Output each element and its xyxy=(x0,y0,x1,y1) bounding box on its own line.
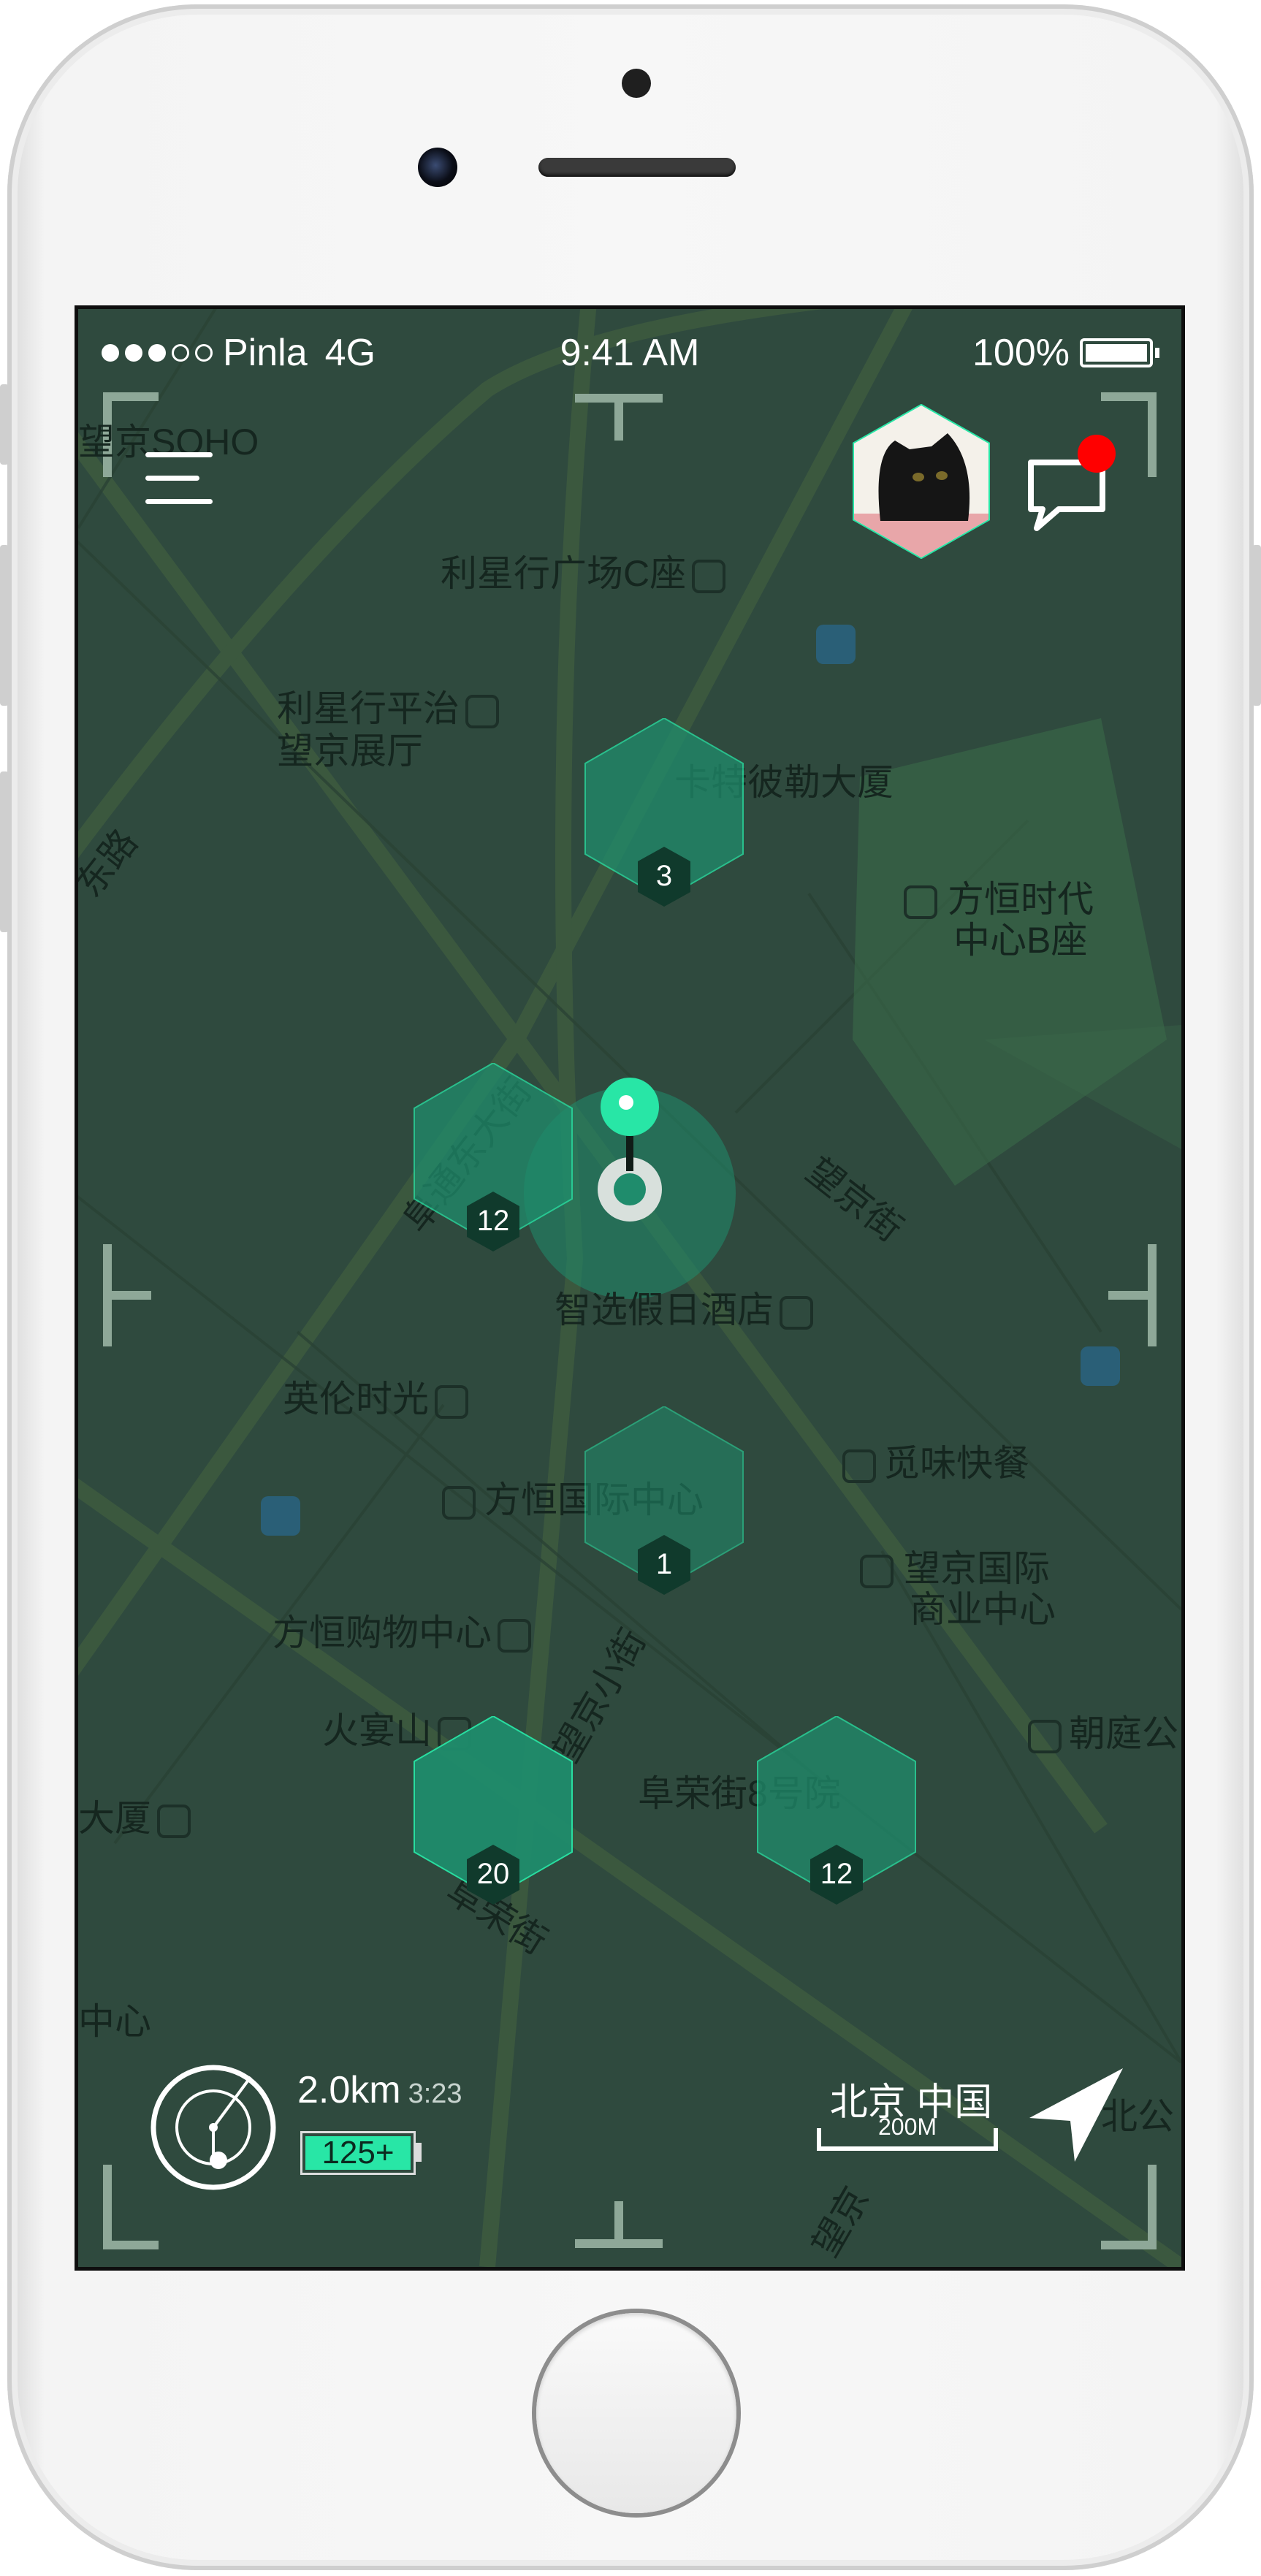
hex-count: 12 xyxy=(476,1205,510,1237)
app-screen: 望京SOHO 利星行广场C座 利星行平治 望京展厅 卡特彼勒大厦 方恒时代 中心B座… xyxy=(75,305,1185,2271)
proximity-sensor xyxy=(622,69,651,98)
hex-count: 3 xyxy=(655,860,673,892)
mute-switch xyxy=(0,384,9,465)
notification-badge xyxy=(1078,435,1116,473)
front-camera xyxy=(418,148,457,187)
chat-icon[interactable] xyxy=(1021,433,1123,536)
menu-icon[interactable] xyxy=(145,446,216,512)
hex-cluster[interactable]: 3 xyxy=(576,717,752,908)
distance-readout: 2.0km 3:23 xyxy=(297,2068,462,2112)
hex-cluster[interactable]: 12 xyxy=(405,1062,581,1253)
volume-up-button xyxy=(0,545,9,706)
map-label: 利星行广场C座 xyxy=(441,544,726,597)
hex-count: 1 xyxy=(655,1548,673,1580)
hex-cluster[interactable]: 20 xyxy=(405,1715,581,1906)
battery-percent: 100% xyxy=(972,332,1070,374)
earpiece-speaker xyxy=(538,158,736,177)
hex-cluster[interactable]: 1 xyxy=(576,1405,752,1596)
map-label: 方恒时代 中心B座 xyxy=(904,879,1094,961)
duration-value: 3:23 xyxy=(408,2078,462,2109)
hex-cluster[interactable]: 12 xyxy=(749,1715,924,1906)
energy-value: 125+ xyxy=(305,2136,411,2170)
map-label: 朝庭公 xyxy=(1028,1704,1178,1757)
map-label: 望京国际 商业中心 xyxy=(860,1548,1056,1630)
avatar[interactable] xyxy=(851,404,991,559)
map-label: 中心 xyxy=(78,2001,151,2042)
home-button[interactable] xyxy=(536,2313,736,2513)
status-bar: Pinla 4G 9:41 AM 100% xyxy=(78,309,1181,389)
battery-indicator: 100% xyxy=(972,331,1159,375)
distance-value: 2.0km xyxy=(297,2069,401,2111)
map-label: 利星行平治 望京展厅 xyxy=(277,687,499,772)
map-label: 方恒购物中心 xyxy=(273,1604,531,1656)
scale-label: 200M xyxy=(877,2114,937,2140)
volume-down-button xyxy=(0,771,9,932)
map-label: 智选假日酒店 xyxy=(555,1281,813,1333)
map-label: 英伦时光 xyxy=(283,1370,468,1422)
map-label: 大厦 xyxy=(78,1789,191,1842)
energy-bar-tip xyxy=(416,2143,422,2162)
power-button xyxy=(1252,545,1261,706)
navigation-arrow-icon[interactable] xyxy=(1021,2059,1130,2169)
hex-count: 12 xyxy=(820,1858,853,1890)
energy-bar: 125+ xyxy=(300,2131,416,2175)
battery-icon xyxy=(1080,338,1153,367)
radar-icon[interactable] xyxy=(148,2062,278,2192)
map-label: 觅味快餐 xyxy=(842,1434,1029,1487)
hex-count: 20 xyxy=(476,1858,510,1890)
